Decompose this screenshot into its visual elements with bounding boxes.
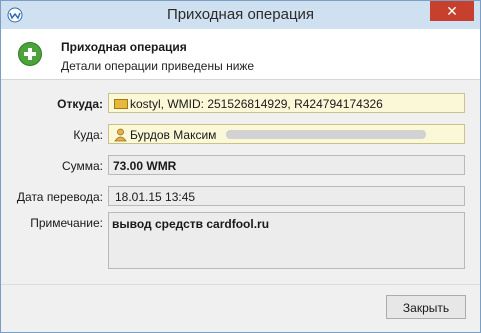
- close-window-button[interactable]: ✕: [430, 1, 474, 21]
- close-icon: ✕: [446, 3, 458, 19]
- window-title: Приходная операция: [166, 6, 315, 23]
- date-field[interactable]: 18.01.15 13:45: [108, 186, 465, 206]
- note-field[interactable]: вывод средств cardfool.ru: [108, 212, 465, 269]
- note-value: вывод средств cardfool.ru: [112, 217, 270, 231]
- amount-value: 73.00 WMR: [113, 159, 177, 173]
- note-label: Примечание:: [30, 216, 103, 230]
- id-card-icon: [114, 98, 128, 109]
- blurred-text: [226, 130, 427, 140]
- from-field[interactable]: kostyl, WMID: 251526814929, R42479417432…: [108, 93, 465, 113]
- amount-label: Сумма:: [61, 159, 103, 173]
- to-field[interactable]: Бурдов Максим: [108, 124, 465, 144]
- webmoney-icon: [7, 7, 23, 23]
- date-label: Дата перевода:: [16, 190, 103, 204]
- from-label: Откуда:: [57, 97, 103, 111]
- date-value: 18.01.15 13:45: [115, 190, 196, 204]
- header-subtitle: Детали операции приведены ниже: [61, 59, 255, 73]
- to-value: Бурдов Максим: [130, 128, 217, 142]
- header-title: Приходная операция: [61, 40, 187, 54]
- plus-icon: [18, 42, 42, 66]
- from-value: kostyl, WMID: 251526814929, R42479417432…: [130, 97, 383, 111]
- amount-field[interactable]: 73.00 WMR: [108, 155, 465, 175]
- to-label: Куда:: [73, 128, 103, 142]
- close-button[interactable]: Закрыть: [386, 295, 466, 319]
- title-bar[interactable]: Приходная операция ✕: [1, 1, 480, 29]
- dialog-window: Приходная операция ✕ Приходная операция …: [0, 0, 481, 333]
- person-icon: [114, 128, 127, 142]
- dialog-header: Приходная операция Детали операции приве…: [1, 29, 480, 80]
- footer-divider: [1, 284, 480, 285]
